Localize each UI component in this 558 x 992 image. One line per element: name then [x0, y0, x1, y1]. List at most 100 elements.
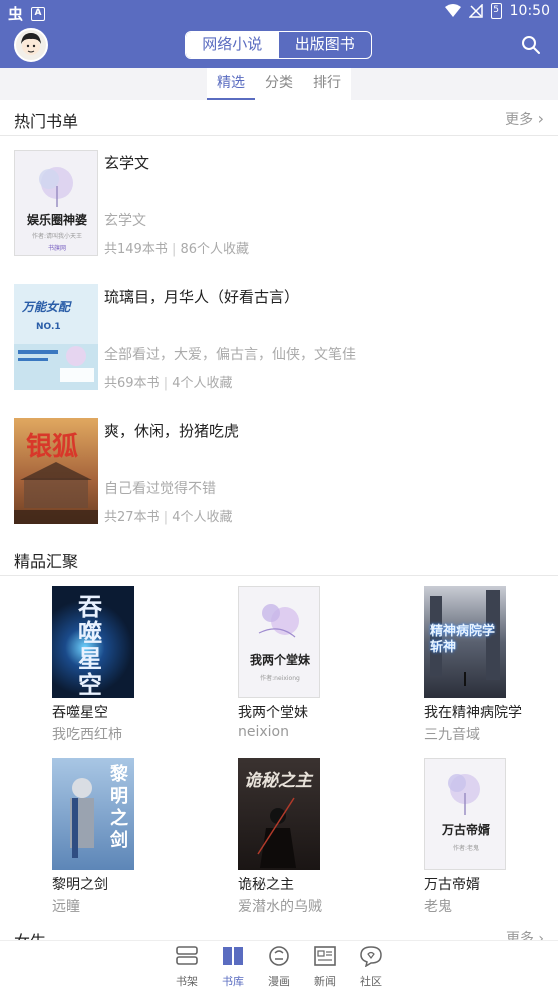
list-meta: 共149本书 | 86个人收藏: [104, 242, 250, 257]
book-title: 黎明之剑: [52, 877, 108, 893]
cover-title: 黎明之剑: [110, 764, 128, 851]
book-title: 我在精神病院学: [424, 705, 522, 721]
list-item[interactable]: 万能女配 NO.1 琉璃目，月华人（好看古言） 全部看过，大爱，偏古言，仙侠，文…: [14, 284, 544, 392]
notification-box-icon: A: [31, 6, 46, 21]
nav-label: 书架: [176, 975, 198, 988]
book-cover: 万古帝婿 作者:老鬼: [424, 758, 506, 870]
nav-library[interactable]: 书库: [213, 945, 253, 989]
cover-title: 娱乐圈神婆: [26, 213, 87, 227]
book-card[interactable]: 黎明之剑 黎明之剑 远瞳: [52, 758, 182, 918]
list-item[interactable]: 银狐 爽，休闲，扮猪吃虎 自己看过觉得不错 共27本书 | 4个人收藏: [14, 418, 544, 526]
library-icon: [223, 947, 243, 965]
book-cover: 吞噬星空: [52, 586, 134, 698]
cover-title: 万古帝婿: [441, 823, 490, 837]
tree-illustration-icon: [39, 167, 73, 207]
list-description: 自己看过觉得不错: [104, 481, 216, 497]
girls-section-header: 女生 更多 ›: [0, 924, 558, 940]
cover-badge: NO.1: [36, 322, 61, 332]
book-cover: 诡秘之主: [238, 758, 320, 870]
divider: [0, 135, 558, 136]
section-title: 精品汇聚: [14, 552, 79, 571]
tab-web-novel[interactable]: 网络小说: [186, 32, 279, 58]
nav-label: 书库: [222, 975, 244, 988]
book-title: 我两个堂妹: [238, 705, 308, 721]
cover-title: 银狐: [26, 432, 79, 462]
list-description: 全部看过，大爱，偏古言，仙侠，文笔佳: [104, 347, 356, 363]
tab-categories[interactable]: 分类: [255, 68, 303, 100]
category-switch: 网络小说 出版图书: [185, 31, 372, 59]
cover-title: 万能女配: [22, 300, 71, 314]
book-author: neixion: [238, 724, 289, 740]
search-icon[interactable]: [520, 34, 542, 56]
divider: [0, 575, 558, 576]
book-title: 诡秘之主: [238, 877, 294, 893]
list-title: 琉璃目，月华人（好看古言）: [104, 288, 300, 306]
cover-title: 我两个堂妹: [249, 653, 310, 667]
more-link[interactable]: 更多 ›: [506, 928, 544, 940]
book-title: 吞噬星空: [52, 705, 108, 721]
signal-icon: [468, 4, 483, 18]
book-cover: 黎明之剑: [52, 758, 134, 870]
book-cover: 娱乐圈神婆 作者:请叫我小天王 书旗网: [14, 150, 98, 256]
cover-author: 作者:老鬼: [452, 845, 480, 852]
sub-tab-group: 精选 分类 排行: [207, 68, 351, 100]
book-cover: 万能女配 NO.1: [14, 284, 98, 390]
book-card[interactable]: 诡秘之主 诡秘之主 爱潜水的乌贼: [238, 758, 368, 918]
hot-lists-header: 热门书单 更多 ›: [0, 100, 558, 136]
sub-tab-bar: 精选 分类 排行: [0, 68, 558, 100]
app-notification-icon: 虫: [8, 5, 24, 23]
nav-comics[interactable]: 漫画: [259, 945, 299, 989]
comic-icon: [269, 946, 289, 966]
nav-label: 社区: [360, 975, 382, 988]
list-item[interactable]: 娱乐圈神婆 作者:请叫我小天王 书旗网 玄学文 玄学文 共149本书 | 86个…: [14, 150, 544, 258]
book-cover: 我两个堂妹 作者:neixiong: [238, 586, 320, 698]
chevron-right-icon: ›: [538, 931, 544, 940]
app-header: 网络小说 出版图书: [0, 24, 558, 68]
avatar-icon: [21, 33, 41, 55]
nav-news[interactable]: 新闻: [305, 945, 345, 989]
cover-title: 吞噬星空: [78, 593, 102, 698]
book-author: 我吃西红柿: [52, 727, 122, 743]
cover-author: 作者:neixiong: [260, 675, 300, 682]
featured-header: 精品汇聚: [0, 540, 558, 576]
clock: 10:50: [509, 3, 550, 19]
status-bar: 虫 A 5 10:50: [0, 0, 558, 24]
list-meta: 共69本书 | 4个人收藏: [104, 376, 233, 391]
tree-illustration-icon: [448, 774, 480, 815]
community-icon: [360, 946, 382, 968]
list-title: 爽，休闲，扮猪吃虎: [104, 422, 240, 440]
section-title: 女生: [14, 928, 46, 940]
book-card[interactable]: 吞噬星空 吞噬星空 我吃西红柿: [52, 586, 182, 746]
news-icon: [314, 946, 336, 966]
book-author: 老鬼: [424, 899, 452, 915]
bookshelf-icon: [176, 946, 198, 965]
battery-icon: 5: [490, 3, 502, 19]
book-cover: 银狐: [14, 418, 98, 524]
avatar[interactable]: [14, 28, 48, 62]
tab-rankings[interactable]: 排行: [303, 68, 351, 100]
cover-badge: 书旗网: [47, 245, 66, 252]
nav-bookshelf[interactable]: 书架: [167, 945, 207, 989]
tab-published-books[interactable]: 出版图书: [279, 32, 372, 58]
nav-label: 新闻: [314, 975, 336, 988]
list-description: 玄学文: [104, 213, 146, 229]
more-link[interactable]: 更多 ›: [505, 109, 544, 129]
nav-label: 漫画: [268, 975, 290, 988]
cover-title: 诡秘之主: [244, 771, 312, 791]
wifi-icon: [444, 4, 461, 17]
book-card[interactable]: 万古帝婿 作者:老鬼 万古帝婿 老鬼: [424, 758, 554, 918]
book-cover: 精神病院学斩神: [424, 586, 506, 698]
list-title: 玄学文: [104, 154, 150, 172]
tab-featured[interactable]: 精选: [207, 68, 255, 100]
book-card[interactable]: 我两个堂妹 作者:neixiong 我两个堂妹 neixion: [238, 586, 368, 746]
book-title: 万古帝婿: [424, 877, 480, 893]
book-card[interactable]: 精神病院学斩神 我在精神病院学 三九音域: [424, 586, 554, 746]
book-author: 爱潜水的乌贼: [238, 899, 322, 915]
section-title: 热门书单: [14, 112, 79, 131]
nav-community[interactable]: 社区: [351, 945, 391, 989]
cover-author: 作者:请叫我小天王: [31, 233, 83, 240]
book-author: 三九音域: [424, 727, 480, 743]
book-author: 远瞳: [52, 899, 80, 915]
bottom-navigation: 书架 书库 漫画 新闻 社区: [0, 940, 558, 992]
cover-title: 精神病院学斩神: [430, 624, 496, 655]
